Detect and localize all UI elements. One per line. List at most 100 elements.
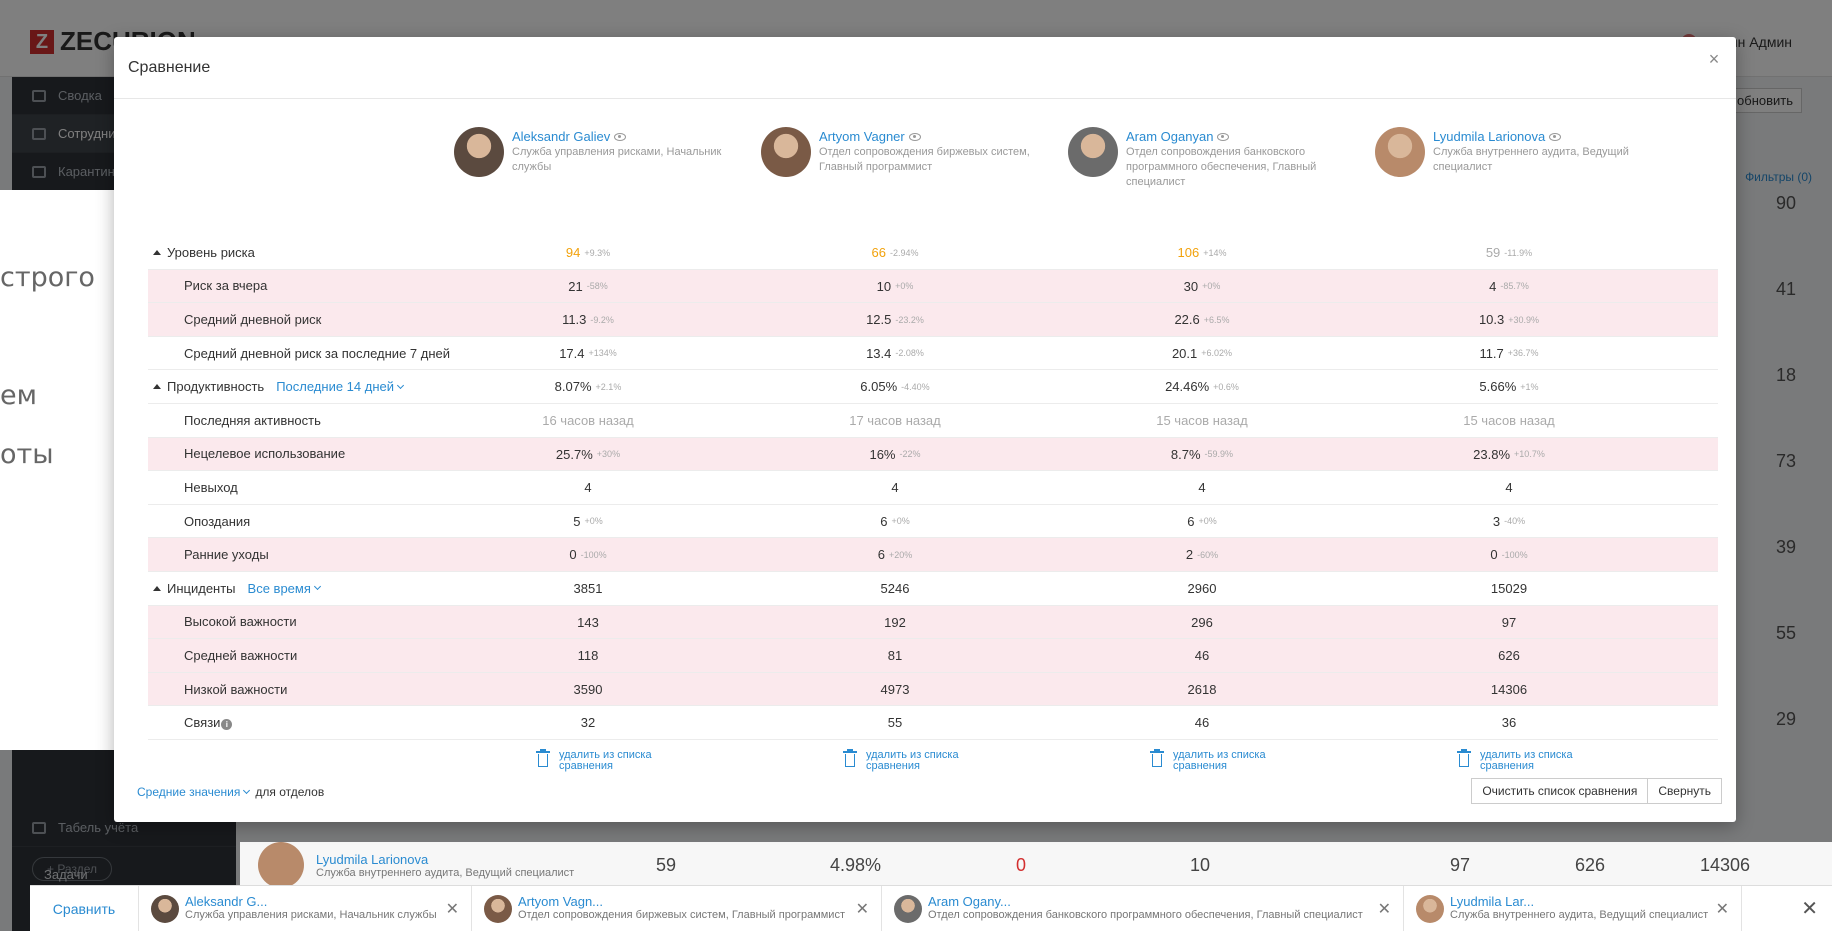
value-cell: 626 bbox=[1429, 639, 1589, 672]
section-row[interactable]: Продуктивность Последние 14 дней 8.07% +2.1… bbox=[148, 370, 1718, 404]
value-cell: 5.66% +1% bbox=[1429, 370, 1589, 403]
delta: +0% bbox=[1198, 516, 1217, 527]
value: 2960 bbox=[1187, 580, 1217, 596]
metric-label: Невыход bbox=[184, 479, 238, 495]
comparison-chip[interactable]: Artyom Vagn... Отдел сопровождения биржев… bbox=[471, 885, 881, 931]
delta: -23.2% bbox=[895, 314, 924, 325]
metric-label: Высокой важности bbox=[184, 614, 297, 630]
person-column-header: Aram Oganyan Отдел сопровождения банковс… bbox=[1068, 127, 1368, 190]
employee-position: Служба внутреннего аудита, Ведущий специ… bbox=[316, 866, 575, 879]
collapse-caret-icon[interactable] bbox=[153, 585, 161, 591]
delta: -9.2% bbox=[590, 314, 614, 325]
value: 192 bbox=[884, 614, 906, 630]
eye-icon[interactable] bbox=[614, 132, 627, 141]
delta: -58% bbox=[586, 281, 608, 292]
metric-row: Опоздания 5 +0% 6 +0% 6 +0% 3 -40% bbox=[148, 505, 1718, 539]
value-cell: 25.7% +30% bbox=[508, 438, 668, 471]
person-name-link[interactable]: Lyudmila Larionova bbox=[1433, 129, 1663, 144]
value: 6 bbox=[1187, 513, 1195, 529]
eye-icon[interactable] bbox=[908, 132, 921, 141]
avatar bbox=[1416, 894, 1444, 923]
value: 23.8% bbox=[1473, 446, 1511, 462]
clear-comparison-button[interactable]: Очистить список сравнения bbox=[1471, 778, 1649, 804]
value-cell: 81 bbox=[815, 639, 975, 672]
value-cell: 46 bbox=[1122, 639, 1282, 672]
avatar bbox=[1068, 127, 1118, 177]
value-cell: 30 +0% bbox=[1122, 270, 1282, 303]
value-cell: 3851 bbox=[508, 572, 668, 605]
value-cell: 2618 bbox=[1122, 673, 1282, 706]
remove-from-comparison-button[interactable]: удалить из списка сравнения bbox=[536, 749, 669, 772]
metric-label: Нецелевое использование bbox=[184, 446, 346, 462]
close-icon[interactable]: ✕ bbox=[1801, 896, 1818, 921]
value-cell: 97 bbox=[1429, 606, 1589, 639]
trash-icon bbox=[1457, 749, 1471, 767]
averages-dropdown[interactable]: Средние значения bbox=[137, 785, 251, 799]
person-name-link[interactable]: Aleksandr Galiev bbox=[512, 129, 742, 144]
bg-value: 14306 bbox=[1700, 854, 1751, 875]
metric-label: Последняя активность bbox=[184, 412, 321, 428]
value: 22.6 bbox=[1174, 312, 1200, 328]
bg-value: 0 bbox=[1016, 854, 1027, 875]
value: 4 bbox=[1198, 480, 1206, 496]
period-dropdown[interactable]: Все время bbox=[248, 581, 321, 596]
comparison-table: Уровень риска 94 +9.3% 66 -2.94% 106 +14% 59 -11… bbox=[148, 236, 1718, 740]
value: 30 bbox=[1183, 278, 1199, 294]
value-cell: 6 +0% bbox=[1122, 505, 1282, 538]
delta: +20% bbox=[888, 549, 913, 560]
compare-button[interactable]: Сравнить bbox=[30, 901, 138, 917]
bg-value: 97 bbox=[1450, 854, 1471, 875]
eye-icon[interactable] bbox=[1217, 132, 1230, 141]
close-icon[interactable]: ✕ bbox=[1378, 899, 1391, 919]
value: 59 bbox=[1485, 245, 1501, 260]
value-cell: 0 -100% bbox=[508, 538, 668, 571]
value: 0 bbox=[1490, 547, 1498, 563]
eye-icon[interactable] bbox=[1549, 132, 1562, 141]
section-row[interactable]: Инциденты Все время 3851 5246 2960 15029 bbox=[148, 572, 1718, 606]
comparison-chip[interactable]: Aram Ogany... Отдел сопровождения банковс… bbox=[881, 885, 1403, 931]
value-cell: 0 -100% bbox=[1429, 538, 1589, 571]
employee-name[interactable]: Lyudmila Larionova bbox=[316, 852, 574, 867]
person-column-header: Aleksandr Galiev Служба управления риска… bbox=[454, 127, 754, 177]
close-icon[interactable]: ✕ bbox=[446, 899, 459, 919]
value: 2618 bbox=[1187, 681, 1217, 697]
comparison-chip[interactable]: Lyudmila Lar... Служба внутреннего аудита… bbox=[1403, 885, 1741, 931]
value: 6.05% bbox=[860, 379, 898, 395]
delta: +9.3% bbox=[584, 247, 611, 258]
person-name-link[interactable]: Aram Oganyan bbox=[1126, 129, 1356, 144]
value: 55 bbox=[887, 715, 903, 731]
remove-from-comparison-button[interactable]: удалить из списка сравнения bbox=[1457, 749, 1590, 772]
value-cell: 32 bbox=[508, 706, 668, 739]
person-position: Отдел сопровождения биржевых систем, Гла… bbox=[819, 146, 1030, 173]
collapse-caret-icon[interactable] bbox=[153, 384, 161, 390]
metric-label: Опоздания bbox=[184, 513, 251, 529]
metric-row: Средний дневной риск за последние 7 дней… bbox=[148, 337, 1718, 371]
collapse-button[interactable]: Свернуть bbox=[1648, 778, 1722, 804]
remove-from-comparison-button[interactable]: удалить из списка сравнения bbox=[1150, 749, 1283, 772]
remove-from-comparison-button[interactable]: удалить из списка сравнения bbox=[843, 749, 976, 772]
person-name-link[interactable]: Artyom Vagner bbox=[819, 129, 1049, 144]
comparison-chip[interactable]: Aleksandr G... Служба управления рисками,… bbox=[138, 885, 471, 931]
delta: +14% bbox=[1203, 247, 1227, 258]
value: 20.1 bbox=[1171, 345, 1198, 361]
delta: +6.02% bbox=[1201, 348, 1233, 359]
close-icon[interactable]: ✕ bbox=[1716, 899, 1729, 919]
metric-row: Последняя активность 16 часов назад 17 час… bbox=[148, 404, 1718, 438]
section-label: Продуктивность Последние 14 дней bbox=[167, 379, 405, 394]
period-dropdown[interactable]: Последние 14 дней bbox=[276, 379, 405, 394]
close-icon[interactable]: ✕ bbox=[856, 899, 869, 919]
value-cell: 17.4 +134% bbox=[508, 337, 668, 370]
close-icon[interactable]: × bbox=[1704, 49, 1724, 69]
value-cell: 4 bbox=[508, 471, 668, 504]
avatar bbox=[484, 894, 512, 923]
value-cell: 46 bbox=[1122, 706, 1282, 739]
value-cell: 8.7% -59.9% bbox=[1122, 438, 1282, 471]
averages-selector: Средние значения для отделов bbox=[137, 785, 324, 799]
info-icon[interactable]: i bbox=[221, 719, 233, 731]
background-table-row: Lyudmila Larionova Служба внутреннего ау… bbox=[240, 842, 1832, 888]
value: 5.66% bbox=[1479, 379, 1517, 395]
collapse-caret-icon[interactable] bbox=[153, 249, 161, 255]
value: 94 bbox=[565, 245, 581, 260]
metric-label: Ранние уходы bbox=[184, 547, 269, 563]
section-row[interactable]: Уровень риска 94 +9.3% 66 -2.94% 106 +14% 59 -11… bbox=[148, 236, 1718, 270]
